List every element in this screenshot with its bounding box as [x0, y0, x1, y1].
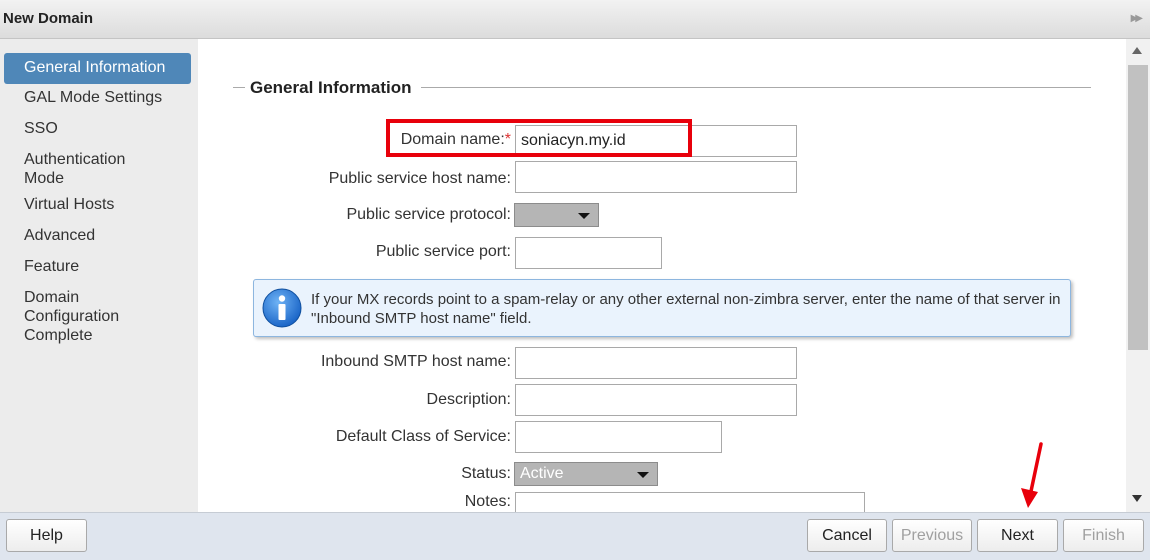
scroll-down-icon[interactable] [1132, 495, 1142, 502]
footer-bar: Help Cancel Previous Next Finish [0, 512, 1150, 560]
info-message-text: If your MX records point to a spam-relay… [311, 291, 1061, 327]
scroll-up-icon[interactable] [1132, 47, 1142, 54]
sidebar-item-feature[interactable]: Feature [24, 257, 79, 276]
cancel-button[interactable]: Cancel [807, 519, 887, 552]
default-cos-input[interactable] [515, 421, 722, 453]
fieldset-divider [421, 87, 1091, 88]
description-label: Description: [426, 391, 511, 408]
inbound-smtp-label: Inbound SMTP host name: [320, 353, 511, 370]
sidebar-item-virtual-hosts[interactable]: Virtual Hosts [24, 195, 114, 214]
dropdown-arrow-icon [637, 472, 649, 478]
sidebar: General Information GAL Mode Settings SS… [0, 39, 198, 512]
notes-label: Notes: [464, 493, 511, 510]
next-button[interactable]: Next [977, 519, 1058, 552]
status-select[interactable]: Active [514, 462, 658, 486]
sidebar-item-sso[interactable]: SSO [24, 119, 58, 138]
public-port-input[interactable] [515, 237, 662, 269]
previous-button[interactable]: Previous [892, 519, 972, 552]
public-protocol-label: Public service protocol: [346, 206, 511, 223]
info-icon [262, 288, 302, 328]
notes-textarea[interactable] [515, 492, 865, 512]
annotation-arrow [1021, 442, 1043, 508]
default-cos-label: Default Class of Service: [335, 428, 511, 445]
inbound-smtp-input[interactable] [515, 347, 797, 379]
public-host-input[interactable] [515, 161, 797, 193]
public-protocol-select[interactable] [514, 203, 599, 227]
scrollbar-thumb[interactable] [1128, 65, 1148, 350]
status-label: Status: [461, 465, 511, 482]
sidebar-item-domain-configuration-complete[interactable]: Domain Configuration Complete [24, 288, 119, 345]
form-panel: General Information Domain name:* Public… [198, 39, 1126, 512]
sidebar-item-gal-mode-settings[interactable]: GAL Mode Settings [24, 88, 162, 107]
description-input[interactable] [515, 384, 797, 416]
title-bar: New Domain ▶▶ [0, 0, 1150, 39]
help-button[interactable]: Help [6, 519, 87, 552]
scrollbar[interactable] [1126, 39, 1150, 512]
public-host-label: Public service host name: [328, 170, 511, 187]
expand-icon[interactable]: ▶▶ [1131, 13, 1144, 24]
window-title: New Domain [3, 10, 94, 27]
section-legend: General Information [250, 78, 412, 97]
highlight-box [386, 119, 692, 157]
fieldset-divider [233, 87, 245, 88]
public-port-label: Public service port: [375, 243, 511, 260]
finish-button[interactable]: Finish [1063, 519, 1144, 552]
sidebar-item-authentication-mode[interactable]: Authentication Mode [24, 150, 125, 188]
info-message-box: If your MX records point to a spam-relay… [253, 279, 1071, 337]
sidebar-item-advanced[interactable]: Advanced [24, 226, 95, 245]
sidebar-item-general-information[interactable]: General Information [4, 53, 191, 84]
dropdown-arrow-icon [578, 213, 590, 219]
